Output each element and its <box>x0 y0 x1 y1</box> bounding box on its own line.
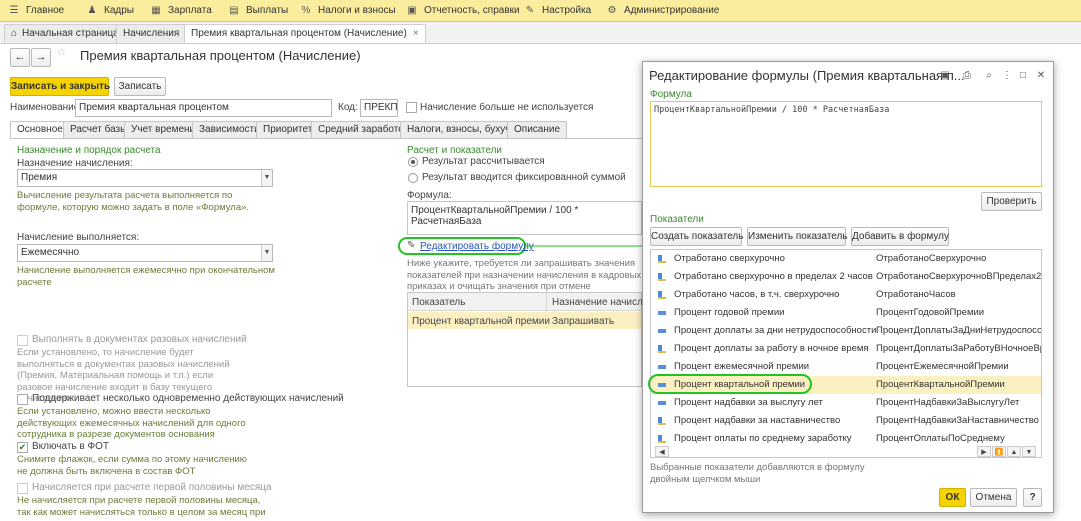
list-item[interactable]: Отработано сверхурочно ОтработаноСверхуро… <box>651 250 1041 268</box>
help-button[interactable]: ? <box>1023 488 1042 507</box>
close-icon[interactable]: ✕ <box>1035 70 1047 82</box>
list-item[interactable]: Отработано сверхурочно в пределах 2 часо… <box>651 268 1041 286</box>
save-icon[interactable]: ▣ <box>939 70 951 82</box>
indicator-icon <box>658 291 666 299</box>
percent-indicator-icon <box>658 311 666 315</box>
indicator-icon <box>658 345 666 353</box>
list-item[interactable]: Процент доплаты за работу в ночное время… <box>651 340 1041 358</box>
dialog-title: Редактирование формулы (Премия квартальн… <box>649 68 965 83</box>
indicator-icon <box>658 255 666 263</box>
ok-button[interactable]: ОК <box>939 488 966 507</box>
indicator-icon <box>658 417 666 425</box>
search-icon[interactable]: ⌕ <box>983 70 995 82</box>
go-first-icon[interactable]: ⏫ <box>992 446 1006 457</box>
list-item[interactable]: Отработано часов, в т.ч. сверхурочно Отра… <box>651 286 1041 304</box>
selected-row-highlight <box>648 374 812 394</box>
scroll-left-icon[interactable]: ◀ <box>655 446 669 457</box>
check-button[interactable]: Проверить <box>981 192 1042 211</box>
list-item[interactable]: Процент надбавки за наставничество Процен… <box>651 412 1041 430</box>
list-item[interactable]: Процент доплаты за дни нетрудоспособност… <box>651 322 1041 340</box>
change-indicator-button[interactable]: Изменить показатель <box>747 227 848 246</box>
percent-indicator-icon <box>658 329 666 333</box>
formula-textarea[interactable]: ПроцентКвартальнойПремии / 100 * Расчетн… <box>650 101 1042 187</box>
formula-dialog: Редактирование формулы (Премия квартальн… <box>642 61 1054 513</box>
add-to-formula-button[interactable]: Добавить в формулу <box>851 227 949 246</box>
cancel-button[interactable]: Отмена <box>970 488 1017 507</box>
go-down-icon[interactable]: ▼ <box>1022 446 1036 457</box>
percent-indicator-icon <box>658 365 666 369</box>
create-indicator-button[interactable]: Создать показатель <box>650 227 743 246</box>
indicators-list: Отработано сверхурочно ОтработаноСверхуро… <box>650 249 1042 458</box>
formula-section-title: Формула <box>650 89 692 100</box>
indicator-icon <box>658 273 666 281</box>
scroll-right-icon[interactable]: ▶ <box>977 446 991 457</box>
list-item[interactable]: Процент надбавки за выслугу лет ПроцентНа… <box>651 394 1041 412</box>
more-icon[interactable]: ⋮ <box>1001 70 1013 82</box>
go-up-icon[interactable]: ▲ <box>1007 446 1021 457</box>
dialog-footer-hint: Выбранные показатели добавляются в форму… <box>650 462 865 485</box>
indicator-icon <box>658 435 666 443</box>
maximize-icon[interactable]: □ <box>1017 70 1029 82</box>
percent-indicator-icon <box>658 401 666 405</box>
indicators-section-title: Показатели <box>650 214 704 225</box>
print-icon[interactable]: ⎙ <box>961 70 973 82</box>
list-item[interactable]: Процент годовой премии ПроцентГодовойПрем… <box>651 304 1041 322</box>
